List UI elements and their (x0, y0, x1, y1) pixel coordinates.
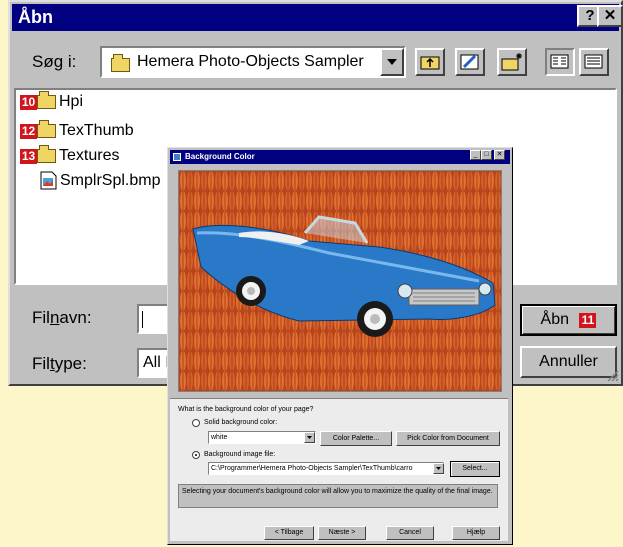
list-item[interactable]: 10 Hpi (20, 90, 83, 114)
open-button[interactable]: Åbn 11 (520, 304, 617, 336)
chevron-down-icon (436, 467, 441, 470)
next-button[interactable]: Næste > (318, 526, 366, 540)
background-image-radio[interactable] (192, 451, 200, 459)
image-path-dropdown-button[interactable] (433, 463, 444, 474)
file-name: SmplrSpl.bmp (60, 172, 161, 189)
number-badge: 11 (579, 313, 597, 328)
help-button[interactable]: Hjælp (452, 526, 500, 540)
list-item[interactable]: 12 TexThumb (20, 119, 134, 143)
car-on-carrots-image (179, 171, 501, 391)
bitmap-file-icon (40, 171, 57, 190)
filename-label: Filnavn: (32, 308, 92, 327)
cancel-button[interactable]: Cancel (386, 526, 434, 540)
file-name: Hpi (59, 93, 84, 110)
look-in-value: Hemera Photo-Objects Sampler (137, 53, 364, 70)
chevron-down-icon (387, 59, 397, 65)
list-view-icon (550, 54, 569, 69)
open-dialog-title-bar: Åbn (12, 4, 619, 31)
file-name: TexThumb (59, 122, 134, 139)
dropdown-arrow-button[interactable] (380, 48, 404, 76)
look-in-dropdown[interactable]: Hemera Photo-Objects Sampler (100, 46, 406, 78)
question-text: What is the background color of your pag… (178, 406, 314, 413)
background-image-path[interactable]: C:\Programmer\Hemera Photo-Objects Sampl… (208, 462, 444, 475)
solid-color-dropdown-button[interactable] (304, 432, 315, 443)
look-in-label: Søg i: (32, 52, 77, 71)
resize-grip-icon[interactable] (605, 368, 619, 382)
pencil-icon (460, 54, 479, 70)
up-one-level-button[interactable] (415, 48, 445, 76)
bg-dialog-title-bar: Background Color (170, 150, 510, 164)
solid-color-label: Solid background color: (204, 419, 278, 426)
color-palette-button[interactable]: Color Palette... (320, 431, 392, 446)
file-name: Textures (59, 147, 120, 164)
background-image-label: Background image file: (204, 451, 276, 458)
list-view-button[interactable] (545, 48, 575, 76)
close-button[interactable]: ✕ (597, 5, 623, 27)
folder-icon (37, 144, 56, 163)
desktop-button[interactable] (455, 48, 485, 76)
number-badge: 13 (20, 149, 37, 164)
details-view-button[interactable] (579, 48, 609, 76)
folder-icon (37, 90, 56, 109)
text-cursor (142, 311, 143, 328)
new-folder-icon (501, 53, 522, 71)
number-badge: 10 (20, 95, 37, 110)
number-badge: 12 (20, 124, 37, 139)
background-color-dialog: Background Color _ □ ✕ What is the backg… (167, 147, 513, 545)
info-text: Selecting your document's background col… (178, 484, 498, 508)
filetype-label: Filtype: (32, 354, 87, 373)
bg-dialog-title: Background Color (185, 152, 255, 161)
app-icon (173, 153, 181, 161)
solid-color-select[interactable]: white (208, 431, 316, 444)
solid-color-radio[interactable] (192, 419, 200, 427)
maximize-button[interactable]: □ (481, 150, 492, 160)
folder-icon (111, 53, 130, 72)
close-button[interactable]: ✕ (494, 150, 505, 160)
chevron-down-icon (307, 436, 312, 439)
open-dialog-title: Åbn (18, 7, 53, 27)
folder-up-icon (420, 56, 440, 70)
back-button[interactable]: < Tilbage (264, 526, 314, 540)
background-preview-image (178, 170, 502, 392)
list-item[interactable]: SmplrSpl.bmp (40, 169, 160, 193)
minimize-button[interactable]: _ (470, 150, 481, 160)
pick-color-button[interactable]: Pick Color from Document (396, 431, 500, 446)
select-image-button[interactable]: Select... (450, 461, 500, 477)
new-folder-button[interactable] (497, 48, 527, 76)
list-item[interactable]: 13 Textures (20, 144, 119, 168)
details-view-icon (584, 54, 603, 69)
cancel-button[interactable]: Annuller (520, 346, 617, 378)
folder-icon (37, 119, 56, 138)
